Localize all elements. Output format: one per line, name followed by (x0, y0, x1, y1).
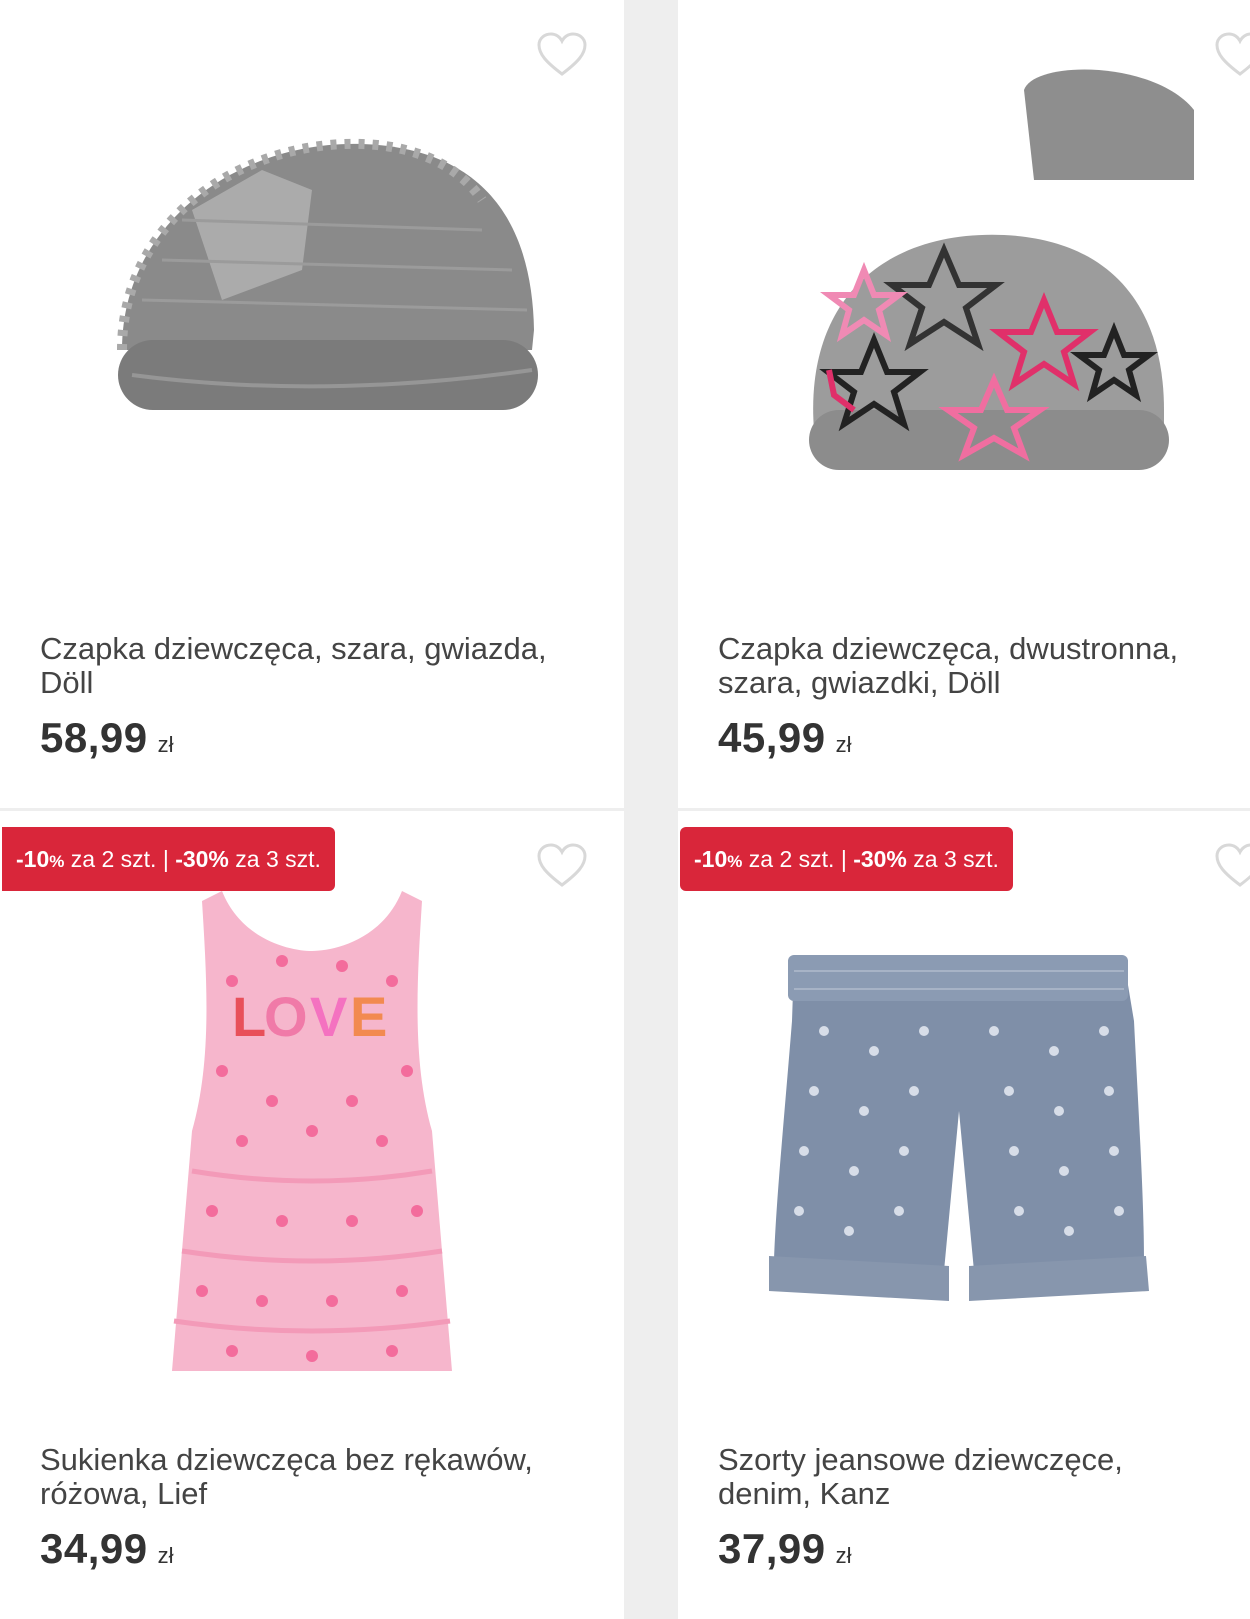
promo-badge: -10% za 2 szt. | -30% za 3 szt. (680, 827, 1013, 891)
price-currency: zł (157, 732, 174, 757)
svg-text:L: L (232, 985, 266, 1048)
product-card[interactable]: -10% za 2 szt. | -30% za 3 szt. Szorty j… (678, 811, 1250, 1619)
product-title[interactable]: Czapka dziewczęca, dwustronna, szara, gw… (718, 632, 1238, 700)
pink-dress-image: L O V E (172, 891, 452, 1371)
price-currency: zł (835, 732, 852, 757)
badge-percent: % (727, 852, 743, 871)
product-grid: Czapka dziewczęca, szara, gwiazda, Döll … (0, 0, 1250, 1619)
badge-qty-1: za 2 szt. (748, 846, 835, 872)
svg-text:E: E (350, 985, 387, 1048)
svg-text:V: V (310, 985, 347, 1048)
product-card[interactable]: L O V E -10% za 2 szt. | -30% za 3 szt. … (0, 811, 624, 1619)
badge-separator: | (840, 846, 847, 872)
price-amount: 58,99 (40, 714, 148, 761)
product-title[interactable]: Szorty jeansowe dziewczęce, denim, Kanz (718, 1443, 1218, 1511)
price-amount: 37,99 (718, 1525, 826, 1572)
badge-qty-2: za 3 szt. (913, 846, 999, 872)
product-price: 34,99 zł (40, 1525, 174, 1573)
favorite-heart-icon[interactable] (1214, 843, 1250, 889)
promo-badge: -10% za 2 szt. | -30% za 3 szt. (2, 827, 335, 891)
favorite-heart-icon[interactable] (1214, 32, 1250, 78)
product-title[interactable]: Sukienka dziewczęca bez rękawów, różowa,… (40, 1443, 580, 1511)
price-amount: 34,99 (40, 1525, 148, 1572)
favorite-heart-icon[interactable] (536, 843, 588, 889)
badge-separator: | (162, 846, 169, 872)
badge-qty-1: za 2 szt. (70, 846, 157, 872)
badge-discount-2: -30% (175, 846, 229, 872)
product-image[interactable] (678, 0, 1250, 560)
product-price: 37,99 zł (718, 1525, 852, 1573)
badge-discount-1: -10 (16, 846, 50, 872)
product-title[interactable]: Czapka dziewczęca, szara, gwiazda, Döll (40, 632, 580, 700)
badge-qty-2: za 3 szt. (235, 846, 321, 872)
product-card[interactable]: Czapka dziewczęca, szara, gwiazda, Döll … (0, 0, 624, 808)
grey-star-beanie-image (809, 69, 1194, 470)
grey-knit-beanie-image (117, 138, 538, 410)
price-currency: zł (835, 1543, 852, 1568)
svg-text:O: O (264, 985, 308, 1048)
denim-shorts-image (769, 955, 1149, 1301)
love-print: L O V E (232, 985, 387, 1048)
price-amount: 45,99 (718, 714, 826, 761)
product-price: 45,99 zł (718, 714, 852, 762)
price-currency: zł (157, 1543, 174, 1568)
badge-discount-1: -10 (694, 846, 728, 872)
product-image[interactable] (678, 861, 1250, 1421)
favorite-heart-icon[interactable] (536, 32, 588, 78)
product-image[interactable] (0, 0, 624, 560)
badge-percent: % (49, 852, 65, 871)
product-price: 58,99 zł (40, 714, 174, 762)
product-card[interactable]: Czapka dziewczęca, dwustronna, szara, gw… (678, 0, 1250, 808)
product-image[interactable]: L O V E (0, 851, 624, 1411)
badge-discount-2: -30% (853, 846, 907, 872)
